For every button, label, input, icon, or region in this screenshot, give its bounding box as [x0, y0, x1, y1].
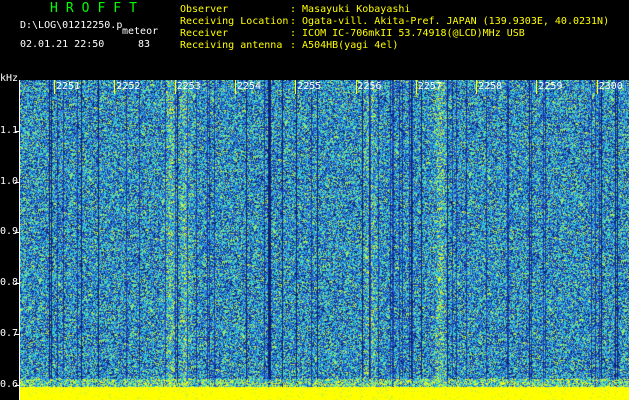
x-tick-label: 2253 [176, 81, 201, 92]
x-tick-label: 2255 [297, 81, 322, 92]
x-tick-label: 2300 [598, 81, 623, 92]
x-tick-mark [114, 80, 116, 94]
x-tick-mark [596, 80, 598, 94]
x-tick-mark [415, 80, 417, 94]
y-tick-mark [15, 283, 20, 285]
x-tick-mark [295, 80, 297, 94]
observer-value: : Masayuki Kobayashi [290, 4, 411, 15]
x-tick-mark [54, 80, 55, 94]
y-tick-mark [15, 333, 20, 335]
antenna-value: : A504HB(yagi 4el) [290, 40, 399, 51]
observer-label: Observer [180, 4, 229, 15]
y-axis-unit-label: kHz [0, 73, 19, 84]
x-tick-mark [174, 80, 176, 94]
x-tick-label: 2256 [357, 81, 382, 92]
x-tick-label: 2252 [116, 81, 141, 92]
x-tick-mark [476, 80, 478, 94]
spectrogram-plot [20, 80, 629, 400]
observation-datetime: 02.01.21 22:50 [20, 39, 105, 50]
y-tick-mark [15, 232, 20, 234]
location-label: Receiving Location [180, 16, 289, 27]
x-tick-label: 2258 [478, 81, 503, 92]
receiver-label: Receiver [180, 28, 229, 39]
x-tick-mark [355, 80, 357, 94]
y-tick-mark [15, 181, 20, 183]
location-value: : Ogata-vill. Akita-Pref. JAPAN (139.930… [290, 16, 610, 27]
x-tick-label: 2257 [417, 81, 442, 92]
hrofft-window: HROFFT D:\LOG\01212250.p meteor 02.01.21… [0, 0, 629, 400]
x-tick-label: 2251 [56, 81, 81, 92]
y-tick-mark [15, 384, 20, 386]
x-tick-label: 2254 [236, 81, 261, 92]
x-tick-mark [536, 80, 538, 94]
antenna-label: Receiving antenna [180, 40, 283, 51]
x-tick-mark [234, 80, 236, 94]
y-axis-line [19, 80, 20, 400]
mode-label: meteor [122, 26, 159, 37]
app-title: HROFFT [50, 1, 145, 16]
echo-count: 83 [138, 39, 151, 50]
y-tick-mark [15, 130, 20, 132]
x-tick-label: 2259 [538, 81, 563, 92]
receiver-value: : ICOM IC-706mkII 53.74918(@LCD)MHz USB [290, 28, 525, 39]
log-file-path: D:\LOG\01212250.p [20, 20, 123, 31]
